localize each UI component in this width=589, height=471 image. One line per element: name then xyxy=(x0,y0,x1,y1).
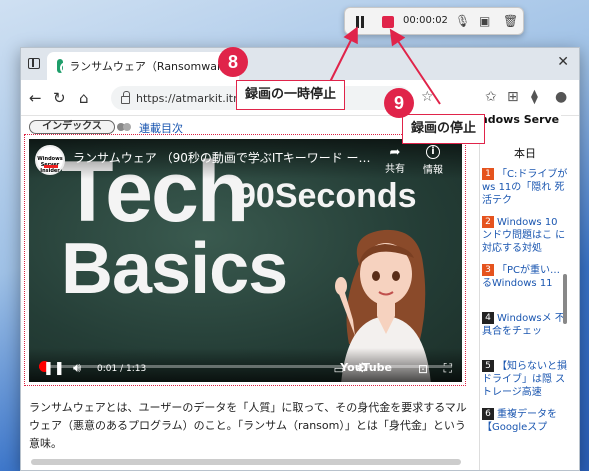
callout-9-badge: 9 xyxy=(384,88,414,118)
callout-stop-label: 録画の停止 xyxy=(402,114,486,144)
callout-stop-text: 録画の停止 xyxy=(411,121,477,136)
callout-8-badge: 8 xyxy=(218,47,248,77)
callout-pause-text: 録画の一時停止 xyxy=(245,87,337,102)
callout-pause-label: 録画の一時停止 xyxy=(236,80,346,110)
callout-arrows xyxy=(329,26,441,105)
